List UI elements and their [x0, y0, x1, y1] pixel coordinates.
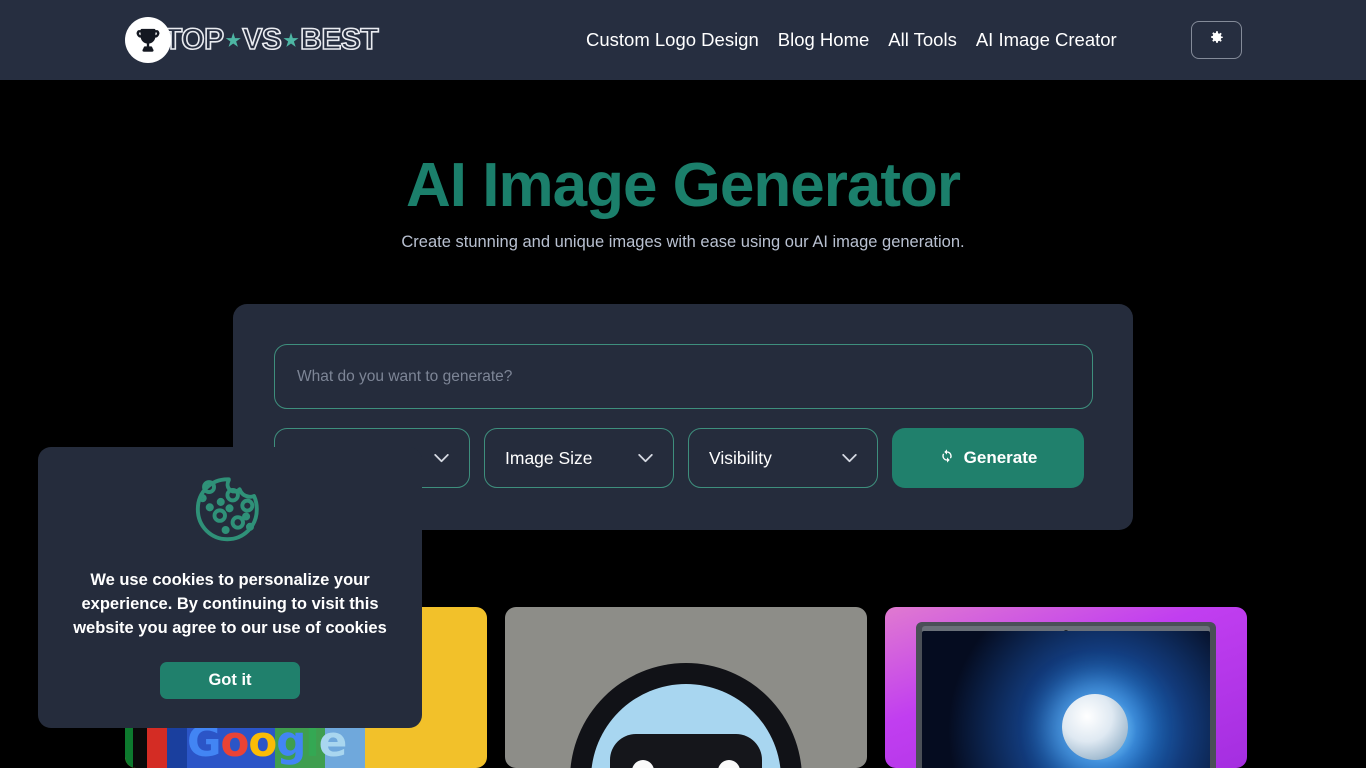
gear-icon — [1208, 29, 1225, 51]
cookie-icon — [191, 471, 269, 554]
cookie-message: We use cookies to personalize your exper… — [73, 571, 387, 637]
gamepad-dot — [718, 760, 740, 768]
nav-item-custom-logo-design[interactable]: Custom Logo Design — [586, 29, 759, 51]
page-title: AI Image Generator — [406, 151, 961, 220]
generate-button-label: Generate — [963, 448, 1038, 467]
cookie-accept-button[interactable]: Got it — [160, 662, 300, 699]
prompt-input[interactable]: What do you want to generate? — [274, 344, 1093, 409]
cookie-consent-banner: We use cookies to personalize your exper… — [38, 447, 422, 728]
logo-wordmark: TOP ★ VS ★ BEST — [163, 22, 379, 57]
nav-item-ai-image-creator[interactable]: AI Image Creator — [976, 29, 1117, 51]
trophy-icon — [125, 17, 171, 63]
logo-star-icon-2: ★ — [283, 31, 299, 50]
moon-icon — [1061, 693, 1128, 760]
page-root: TOP ★ VS ★ BEST Custom Logo Design Blog … — [0, 0, 1366, 768]
image-size-select[interactable]: Image Size — [484, 428, 674, 488]
gamepad-icon — [610, 734, 762, 768]
visibility-select-label: Visibility — [709, 447, 772, 468]
chevron-down-icon-2 — [638, 450, 653, 467]
gamepad-dot — [632, 760, 654, 768]
site-logo[interactable]: TOP ★ VS ★ BEST — [125, 17, 379, 63]
logo-part-best: BEST — [299, 22, 379, 57]
laptop-illustration — [916, 622, 1216, 768]
chevron-down-icon — [434, 450, 449, 467]
gallery-card-laptop-moon-image[interactable] — [885, 607, 1247, 768]
page-subtitle: Create stunning and unique images with e… — [401, 233, 965, 251]
logo-star-icon: ★ — [225, 31, 241, 50]
logo-part-vs: VS — [242, 22, 283, 57]
image-size-select-label: Image Size — [505, 447, 593, 468]
nav-item-all-tools[interactable]: All Tools — [888, 29, 957, 51]
gamepad-badge-inner — [591, 684, 781, 768]
laptop-screen — [922, 631, 1210, 768]
refresh-icon — [939, 448, 955, 469]
visibility-select[interactable]: Visibility — [688, 428, 878, 488]
site-header: TOP ★ VS ★ BEST Custom Logo Design Blog … — [0, 0, 1366, 80]
gamepad-badge — [570, 663, 802, 768]
gallery-card-gamepad-badge-image[interactable] — [505, 607, 867, 768]
settings-button[interactable] — [1191, 21, 1242, 59]
logo-part-top: TOP — [163, 22, 225, 57]
nav-item-blog-home[interactable]: Blog Home — [778, 29, 870, 51]
generate-button[interactable]: Generate — [892, 428, 1084, 488]
main-navigation: Custom Logo Design Blog Home All Tools A… — [586, 29, 1117, 51]
prompt-placeholder: What do you want to generate? — [297, 367, 513, 385]
chevron-down-icon-3 — [842, 450, 857, 467]
